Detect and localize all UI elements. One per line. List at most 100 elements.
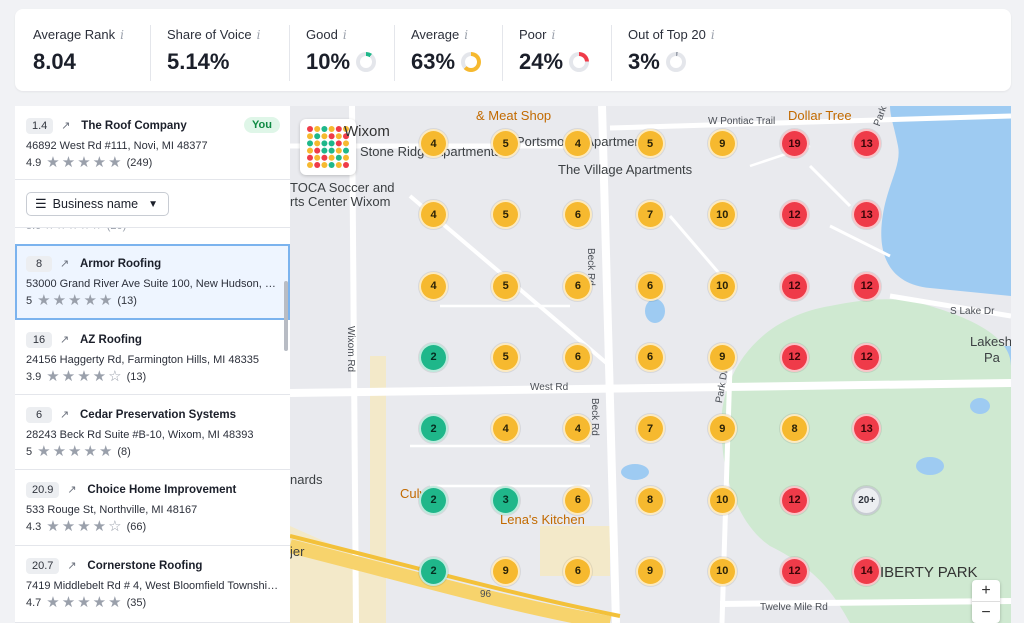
rank-pin[interactable]: 13 <box>852 129 882 158</box>
zoom-in-button[interactable]: + <box>972 580 1000 601</box>
rank-pin[interactable]: 14 <box>852 556 882 586</box>
rating-row: 4.7 ★ ★ ★ ★ ★ (35) <box>26 594 290 611</box>
review-count: (13) <box>117 295 137 307</box>
info-icon[interactable]: i <box>711 28 715 42</box>
rank-pin[interactable]: 6 <box>635 271 665 301</box>
rank-pin[interactable]: 6 <box>635 342 665 372</box>
rank-pin[interactable]: 5 <box>491 271 521 301</box>
rank-pin[interactable]: 12 <box>852 271 882 301</box>
review-count: (35) <box>126 597 147 609</box>
stat-card: Poor i 24% <box>519 9 590 91</box>
star-filled-icon: ★ <box>61 154 76 171</box>
rank-pin[interactable]: 5 <box>491 129 521 158</box>
rank-pin[interactable]: 2 <box>419 485 448 515</box>
list-item[interactable]: 6 ↗ Cedar Preservation Systems 28243 Bec… <box>15 395 290 470</box>
business-name[interactable]: AZ Roofing <box>80 334 142 346</box>
sort-dropdown[interactable]: ☰ Business name ▼ <box>26 192 169 216</box>
map-label: IBERTY PARK <box>880 564 978 581</box>
rank-pin[interactable]: 12 <box>780 485 809 515</box>
business-name[interactable]: The Roof Company <box>81 120 186 132</box>
rank-pin[interactable]: 12 <box>852 342 882 372</box>
rank-pin[interactable]: 2 <box>419 342 448 372</box>
info-icon[interactable]: i <box>343 28 347 42</box>
logo-dot <box>307 133 313 140</box>
star-filled-icon: ★ <box>46 154 60 171</box>
star-filled-icon: ★ <box>61 594 76 611</box>
info-icon[interactable]: i <box>120 28 124 42</box>
rank-pin[interactable]: 19 <box>780 129 809 158</box>
rank-pin[interactable]: 6 <box>563 271 593 301</box>
map-label: TOCA Soccer and <box>290 180 395 195</box>
rank-pin[interactable]: 5 <box>635 129 665 158</box>
info-icon[interactable]: i <box>464 28 468 42</box>
rank-pin[interactable]: 6 <box>563 485 593 515</box>
external-link-icon[interactable]: ↗ <box>60 334 72 346</box>
rank-pin[interactable]: 5 <box>491 342 521 372</box>
business-name[interactable]: Cedar Preservation Systems <box>80 409 236 421</box>
star-rating: ★ ★ ★ ★ ☆ <box>46 369 121 384</box>
rank-pin[interactable]: 7 <box>635 200 665 230</box>
logo-dot <box>335 126 342 132</box>
list-item[interactable]: 20.7 ↗ Cornerstone Roofing 7419 Middlebe… <box>15 546 290 623</box>
zoom-out-button[interactable]: − <box>972 601 1000 622</box>
info-icon[interactable]: i <box>551 28 555 42</box>
rank-pin[interactable]: 9 <box>491 556 521 586</box>
list-scrollbar[interactable] <box>284 281 288 351</box>
map-label: Twelve Mile Rd <box>760 602 828 613</box>
rank-pin[interactable]: 20+ <box>852 485 882 515</box>
rank-pin[interactable]: 12 <box>780 271 809 301</box>
competitor-list[interactable]: 1.4 ↗ The Roof Company You 46892 West Rd… <box>15 106 290 623</box>
list-item[interactable]: 16 ↗ AZ Roofing 24156 Haggerty Rd, Farmi… <box>15 320 290 395</box>
rank-pin[interactable]: 9 <box>635 556 665 586</box>
logo-dot <box>328 154 335 161</box>
stat-value: 63% <box>411 49 456 74</box>
map-label: Lakesh <box>970 334 1011 349</box>
external-link-icon[interactable]: ↗ <box>67 484 79 496</box>
info-icon[interactable]: i <box>257 28 261 42</box>
rank-pin[interactable]: 4 <box>419 129 448 158</box>
list-item[interactable]: 1.4 ↗ The Roof Company You 46892 West Rd… <box>15 106 290 180</box>
external-link-icon[interactable]: ↗ <box>60 258 72 270</box>
list-item-selected[interactable]: 8 ↗ Armor Roofing 53000 Grand River Ave … <box>15 244 290 320</box>
star-filled-icon: ★ <box>77 518 91 535</box>
stat-label-text: Out of Top 20 <box>628 27 706 42</box>
external-link-icon[interactable]: ↗ <box>67 560 79 572</box>
star-rating: ★ ★ ★ ★ ★ <box>37 444 112 459</box>
rank-pin[interactable]: 10 <box>707 485 737 515</box>
external-link-icon[interactable]: ↗ <box>60 409 72 421</box>
stat-label-text: Good <box>306 27 338 42</box>
rank-pin[interactable]: 4 <box>419 271 448 301</box>
rank-pin[interactable]: 10 <box>707 271 737 301</box>
stat-card: Average i 63% <box>411 9 482 91</box>
rating-row: 4.9 ★ ★ ★ ★ ★ (249) <box>26 154 290 171</box>
rank-badge: 20.7 <box>26 558 60 574</box>
business-name[interactable]: Armor Roofing <box>80 258 161 270</box>
rank-pin[interactable]: 8 <box>635 485 665 515</box>
rank-pin[interactable]: 6 <box>563 556 593 586</box>
rank-pin[interactable]: 9 <box>707 129 737 158</box>
rank-grid-map[interactable]: Wixom Stone Ridge Apartments & Meat Shop Po… <box>290 106 1011 623</box>
rank-pin[interactable]: 8 <box>780 414 809 444</box>
stat-label: Average Rank i <box>33 27 124 42</box>
logo-dot <box>307 154 313 161</box>
logo-dot <box>321 140 328 147</box>
rank-pin[interactable]: 2 <box>419 414 448 444</box>
rank-pin[interactable]: 9 <box>707 414 737 444</box>
business-address: 7419 Middlebelt Rd # 4, West Bloomfield … <box>26 580 281 592</box>
business-name[interactable]: Cornerstone Roofing <box>87 560 202 572</box>
business-name[interactable]: Choice Home Improvement <box>87 484 236 496</box>
rank-pin[interactable]: 3 <box>491 485 521 515</box>
rank-pin[interactable]: 2 <box>419 556 448 586</box>
rank-badge: 20.9 <box>26 482 60 498</box>
rank-pin[interactable]: 9 <box>707 342 737 372</box>
rank-pin[interactable]: 12 <box>780 342 809 372</box>
rank-pin[interactable]: 10 <box>707 556 737 586</box>
star-rating: ★ ★ ★ ★ ★ <box>46 594 121 611</box>
rank-pin[interactable]: 10 <box>707 200 737 230</box>
rank-pin[interactable]: 7 <box>635 414 665 444</box>
list-item[interactable]: 20.9 ↗ Choice Home Improvement 533 Rouge… <box>15 470 290 546</box>
zoom-control[interactable]: + − <box>972 580 1000 623</box>
donut-chart-icon <box>461 52 482 72</box>
external-link-icon[interactable]: ↗ <box>61 120 73 132</box>
rank-pin[interactable]: 12 <box>780 556 809 586</box>
